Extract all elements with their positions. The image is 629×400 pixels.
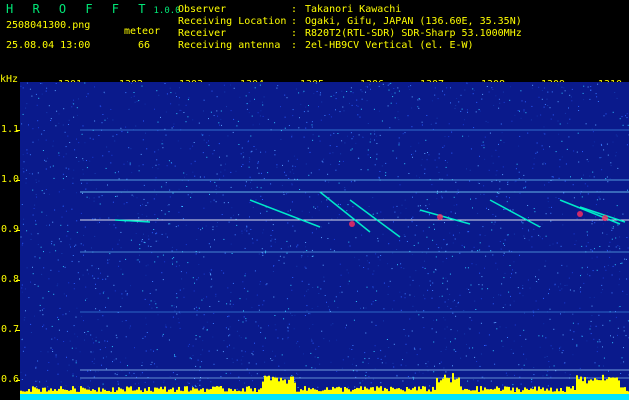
y-axis-unit: kHz <box>0 74 19 85</box>
info-receiver-value: R820T2(RTL-SDR) SDR-Sharp 53.1000MHz <box>305 28 522 39</box>
spectrogram-plot <box>20 82 629 400</box>
info-observer-value: Takanori Kawachi <box>305 4 402 15</box>
spectrogram-canvas <box>20 82 629 400</box>
header: H R O F F T 1.0.0 2508041300.png 25.08.04… <box>0 0 629 72</box>
info-receiver: Receiver: R820T2(RTL-SDR) SDR-Sharp 53.10… <box>178 28 522 39</box>
app-logo: H R O F F T 1.0.0 <box>6 2 181 16</box>
info-observer-label: Observer <box>178 4 227 15</box>
meteor-count: 66 <box>138 40 151 51</box>
capture-filename: 2508041300.png <box>6 20 91 31</box>
info-antenna-label: Receiving antenna <box>178 40 281 51</box>
info-antenna: Receiving antenna:2el-HB9CV Vertical (el… <box>178 40 474 51</box>
info-location: Receiving Location: Ogaki, Gifu, JAPAN (1… <box>178 16 522 27</box>
capture-datetime: 25.08.04 13:00 <box>6 40 91 51</box>
meteor-label: meteor <box>124 26 161 37</box>
baseline-strip <box>20 394 629 400</box>
info-antenna-value: 2el-HB9CV Vertical (el. E-W) <box>305 40 474 51</box>
app-version: 1.0.0 <box>153 6 181 16</box>
info-receiver-label: Receiver <box>178 28 227 39</box>
info-observer: Observer: Takanori Kawachi <box>178 4 402 15</box>
info-location-value: Ogaki, Gifu, JAPAN (136.60E, 35.35N) <box>305 16 522 27</box>
info-location-label: Receiving Location <box>178 16 287 27</box>
app-name: H R O F F T <box>6 2 152 16</box>
